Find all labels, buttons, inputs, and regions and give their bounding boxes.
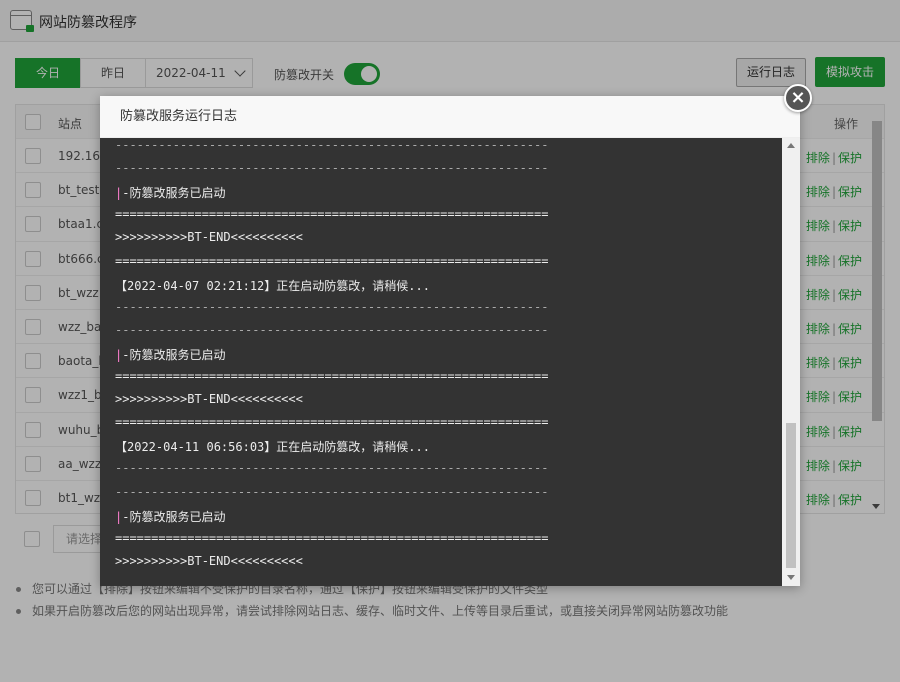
modal-title: 防篡改服务运行日志 [100,96,800,138]
log-line-status: |-防篡改服务已启动 [115,346,225,363]
scroll-up-icon[interactable] [787,143,795,148]
log-console[interactable]: ----------------------------------------… [100,138,782,586]
log-line-status: |-防篡改服务已启动 [115,508,225,525]
run-log-modal: 防篡改服务运行日志 × ----------------------------… [100,84,812,586]
log-line-end: >>>>>>>>>>BT-END<<<<<<<<<< [115,230,303,245]
log-line-eq: ========================================… [115,415,549,430]
log-line-end: >>>>>>>>>>BT-END<<<<<<<<<< [115,553,303,568]
log-line-dash: ----------------------------------------… [115,322,549,337]
log-scrollbar[interactable] [782,138,800,586]
log-line-eq: ========================================… [115,253,549,268]
log-text: -防篡改服务已启动 [122,186,226,201]
scroll-down-icon[interactable] [787,575,795,580]
log-line-dash: ----------------------------------------… [115,161,549,176]
log-line-dash: ----------------------------------------… [115,484,549,499]
log-line-eq: ========================================… [115,530,549,545]
log-line-end: >>>>>>>>>>BT-END<<<<<<<<<< [115,392,303,407]
log-text: -防篡改服务已启动 [122,347,226,362]
log-scrollbar-thumb[interactable] [786,423,796,568]
log-line-eq: ========================================… [115,369,549,383]
log-line-status: |-防篡改服务已启动 [115,184,225,201]
log-line-start: 【2022-04-11 06:56:03】正在启动防篡改，请稍候... [115,440,430,455]
log-line-dash: ----------------------------------------… [115,138,549,152]
log-text: -防篡改服务已启动 [122,509,226,524]
log-line-dash: ----------------------------------------… [115,299,549,314]
log-line-start: 【2022-04-07 02:21:12】正在启动防篡改，请稍候... [115,278,430,293]
close-icon[interactable]: × [784,84,812,112]
log-line-dash: ----------------------------------------… [115,461,549,476]
log-line-eq: ========================================… [115,207,549,222]
